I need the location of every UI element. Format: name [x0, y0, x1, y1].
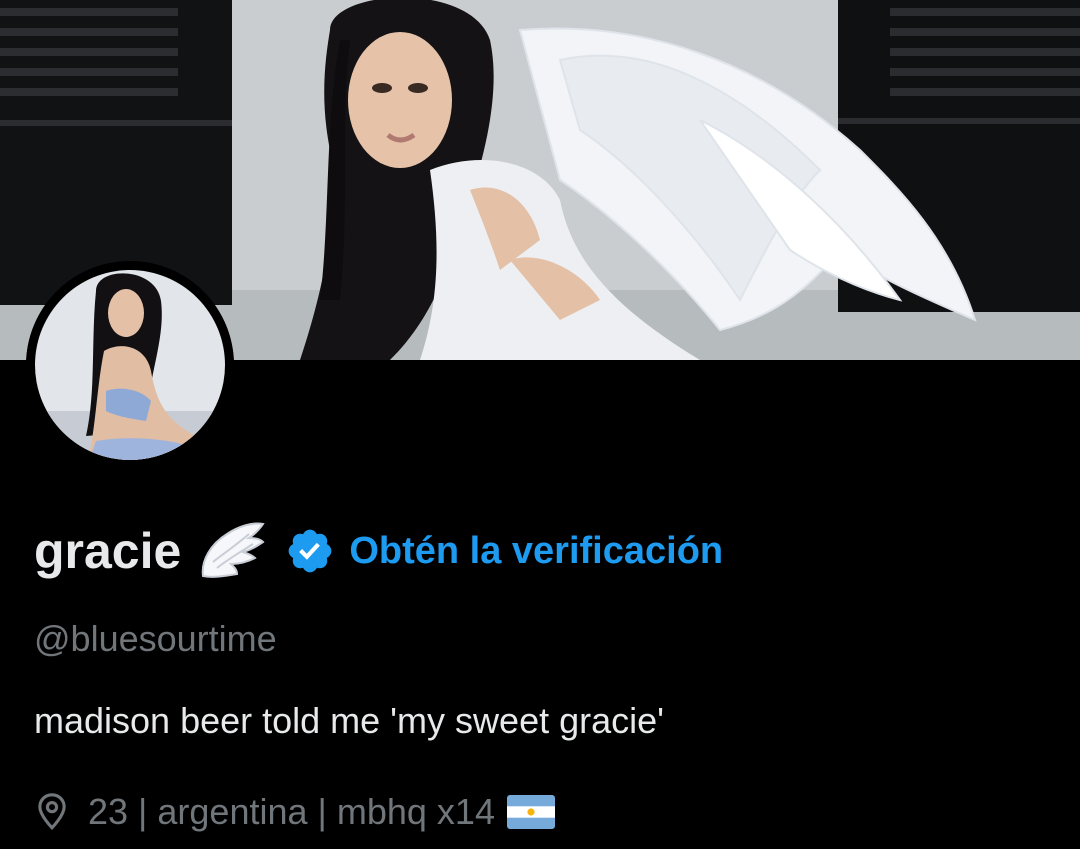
argentina-flag-icon	[506, 795, 555, 829]
profile-location-text: 23 | argentina | mbhq x14	[88, 791, 495, 832]
get-verified-link[interactable]: Obtén la verificación	[349, 530, 723, 573]
profile-location-row: 23 | argentina | mbhq x14	[34, 788, 555, 836]
profile-bio: madison beer told me 'my sweet gracie'	[34, 700, 665, 741]
profile-page: gracie Obtén la verificación @bluesourti…	[0, 0, 1080, 849]
profile-avatar[interactable]	[26, 261, 234, 469]
profile-name-row: gracie Obtén la verificación	[34, 518, 723, 584]
location-pin-icon	[38, 793, 66, 830]
display-name: gracie	[34, 523, 182, 579]
profile-handle: @bluesourtime	[34, 618, 277, 659]
verified-badge-icon[interactable]	[285, 526, 335, 576]
wing-icon	[202, 522, 265, 578]
